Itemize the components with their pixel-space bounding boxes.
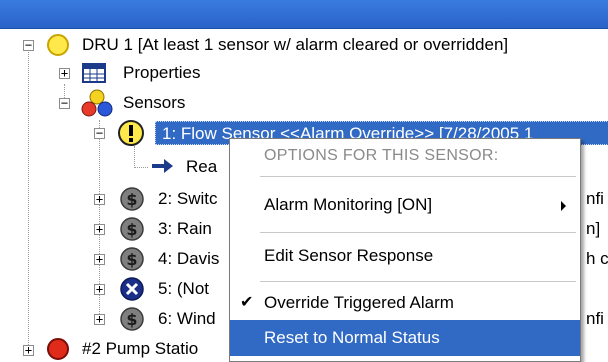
tree-connector — [134, 167, 148, 168]
menu-item-label: Edit Sensor Response — [264, 246, 434, 265]
submenu-arrow-icon — [561, 201, 566, 211]
tree-node-sensor-3-overflow: n] — [586, 219, 601, 238]
menu-item-label: Alarm Monitoring [ON] — [264, 195, 433, 214]
tree-node-sensor-6-overflow: nfi — [586, 309, 604, 328]
expand-collapse-toggle[interactable]: + — [94, 253, 105, 265]
tree-node-sensor-3[interactable]: 3: Rain — [158, 218, 212, 240]
svg-text:$: $ — [126, 190, 137, 209]
tree-node-properties[interactable]: Properties — [123, 62, 200, 84]
svg-text:$: $ — [126, 250, 137, 269]
tree-connector — [28, 44, 29, 349]
warning-icon — [118, 120, 144, 146]
tree-node-sensor-child[interactable]: Rea — [186, 156, 217, 178]
red-circle-icon — [47, 338, 69, 360]
expand-collapse-toggle[interactable]: + — [94, 223, 105, 235]
tree-node-sensor-5[interactable]: 5: (Not — [158, 278, 209, 300]
tree-node-sensor-2[interactable]: 2: Switc — [158, 188, 218, 210]
tree-connector — [134, 146, 135, 168]
menu-item-label: Override Triggered Alarm — [264, 293, 454, 312]
sensor-gray-icon: $ — [120, 187, 144, 211]
tree-node-sensor-2-overflow: nfi — [586, 189, 604, 208]
window-title-bar — [0, 0, 608, 29]
menu-separator — [260, 176, 576, 177]
menu-item-label: Reset to Normal Status — [264, 328, 440, 347]
table-icon — [82, 63, 106, 83]
svg-text:$: $ — [126, 220, 137, 239]
tree-node-sensor-6[interactable]: 6: Wind — [158, 308, 216, 330]
expand-collapse-toggle[interactable]: + — [94, 193, 105, 205]
svg-text:$: $ — [126, 310, 137, 329]
expand-collapse-toggle[interactable]: + — [23, 344, 34, 356]
expand-collapse-toggle[interactable]: − — [59, 97, 70, 109]
sensor-gray-icon: $ — [120, 247, 144, 271]
checkmark-icon: ✔ — [240, 294, 254, 311]
expand-collapse-toggle[interactable]: − — [23, 39, 34, 51]
expand-collapse-toggle[interactable]: − — [94, 127, 105, 139]
error-x-icon — [120, 277, 144, 301]
arrow-right-icon — [152, 159, 173, 173]
sensor-gray-icon: $ — [120, 217, 144, 241]
menu-item-alarm-monitoring[interactable]: Alarm Monitoring [ON] — [230, 189, 580, 221]
menu-item-override-triggered-alarm[interactable]: ✔ Override Triggered Alarm — [230, 287, 580, 319]
tree-node-dru1[interactable]: DRU 1 [At least 1 sensor w/ alarm cleare… — [82, 34, 508, 56]
menu-item-reset-to-normal[interactable]: Reset to Normal Status — [230, 320, 580, 356]
expand-collapse-toggle[interactable]: + — [94, 313, 105, 325]
menu-separator — [260, 281, 576, 282]
tree-node-sensor-4[interactable]: 4: Davis — [158, 248, 219, 270]
sensor-gray-icon: $ — [120, 307, 144, 331]
sensors-cluster-icon — [81, 89, 113, 117]
tree-node-pump-station[interactable]: #2 Pump Statio — [82, 338, 198, 360]
yellow-circle-icon — [47, 34, 69, 56]
tree-node-sensors[interactable]: Sensors — [123, 92, 185, 114]
menu-separator — [260, 232, 576, 233]
context-menu-header: OPTIONS FOR THIS SENSOR: — [264, 147, 499, 164]
tree-node-sensor-4-overflow: h c — [586, 249, 608, 268]
menu-item-edit-sensor-response[interactable]: Edit Sensor Response — [230, 240, 580, 272]
expand-collapse-toggle[interactable]: + — [94, 283, 105, 295]
context-menu: OPTIONS FOR THIS SENSOR: Alarm Monitorin… — [229, 138, 581, 362]
expand-collapse-toggle[interactable]: + — [59, 67, 70, 79]
